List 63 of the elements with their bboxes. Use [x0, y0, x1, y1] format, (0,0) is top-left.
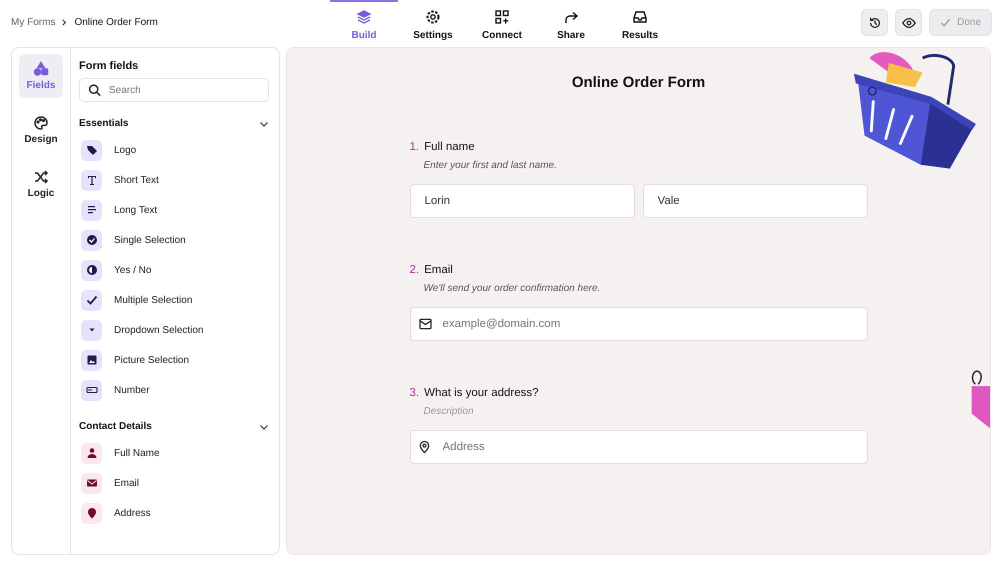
- field-type-item[interactable]: Short Text: [79, 165, 269, 195]
- preview-button[interactable]: [895, 9, 922, 36]
- shapes-icon: [33, 61, 49, 77]
- name-field[interactable]: Vale: [642, 184, 868, 218]
- group-header[interactable]: Essentials: [79, 118, 269, 129]
- palette-icon: [33, 115, 49, 131]
- question-description: We'll send your order confirmation here.: [424, 283, 602, 294]
- nav-tab[interactable]: Share: [537, 0, 605, 47]
- field-type-item[interactable]: Address: [79, 498, 269, 528]
- form-title: Online Order Form: [572, 74, 706, 91]
- location-pin-icon: [81, 502, 102, 524]
- question-label: Full name: [424, 141, 475, 153]
- panel-title: Form fields: [79, 60, 140, 72]
- grid-plus-icon: [494, 9, 510, 25]
- breadcrumb-current: Online Order Form: [74, 17, 158, 28]
- rail-tab[interactable]: Logic: [19, 162, 63, 206]
- inbox-icon: [632, 9, 648, 25]
- person-icon: [81, 442, 102, 464]
- checkmark-icon: [940, 17, 952, 28]
- question-number: 1.: [410, 141, 420, 153]
- email-field[interactable]: example@domain.com: [410, 307, 868, 341]
- question-number: 3.: [410, 387, 420, 399]
- nav-tab[interactable]: Settings: [399, 0, 467, 47]
- name-field[interactable]: Lorin: [410, 184, 634, 218]
- settings-icon: [425, 9, 441, 25]
- field-type-item[interactable]: Yes / No: [79, 255, 269, 285]
- question-description: Enter your first and last name.: [424, 160, 558, 171]
- chevron-right-icon: [61, 19, 68, 26]
- nav-tab[interactable]: Connect: [468, 0, 536, 47]
- field-type-item[interactable]: Number: [79, 375, 269, 405]
- number-field-icon: [81, 380, 102, 400]
- lines-icon: [81, 200, 102, 220]
- question-label: What is your address?: [424, 387, 539, 399]
- history-button[interactable]: [861, 9, 888, 36]
- layers-icon: [356, 9, 372, 25]
- field-type-item[interactable]: Multiple Selection: [79, 285, 269, 315]
- rail-tab[interactable]: Fields: [19, 54, 63, 98]
- field-type-item[interactable]: Dropdown Selection: [79, 315, 269, 345]
- tag-icon: [81, 140, 102, 160]
- field-type-item[interactable]: Long Text: [79, 195, 269, 225]
- search-field[interactable]: Search: [79, 78, 269, 102]
- envelope-icon: [81, 472, 102, 494]
- field-type-item[interactable]: Email: [79, 468, 269, 498]
- text-icon: [81, 170, 102, 190]
- field-type-item[interactable]: Picture Selection: [79, 345, 269, 375]
- question-label: Email: [424, 264, 453, 276]
- checkmark-icon: [81, 290, 102, 310]
- nav-tab[interactable]: Results: [606, 0, 674, 47]
- field-type-item[interactable]: Full Name: [79, 438, 269, 468]
- rail-tab[interactable]: Design: [19, 108, 63, 152]
- question-description: Description: [424, 406, 475, 417]
- group-header[interactable]: Contact Details: [79, 421, 269, 432]
- history-icon: [868, 16, 882, 30]
- field-type-item[interactable]: Logo: [79, 135, 269, 165]
- breadcrumb-link[interactable]: My Forms: [11, 17, 56, 28]
- share-arrow-icon: [563, 9, 579, 25]
- caret-down-icon: [81, 320, 102, 340]
- field-type-item[interactable]: Single Selection: [79, 225, 269, 255]
- shuffle-icon: [33, 169, 49, 185]
- address-field[interactable]: Address: [410, 430, 868, 464]
- eye-icon: [902, 16, 916, 30]
- question-number: 2.: [410, 264, 420, 276]
- image-icon: [81, 350, 102, 370]
